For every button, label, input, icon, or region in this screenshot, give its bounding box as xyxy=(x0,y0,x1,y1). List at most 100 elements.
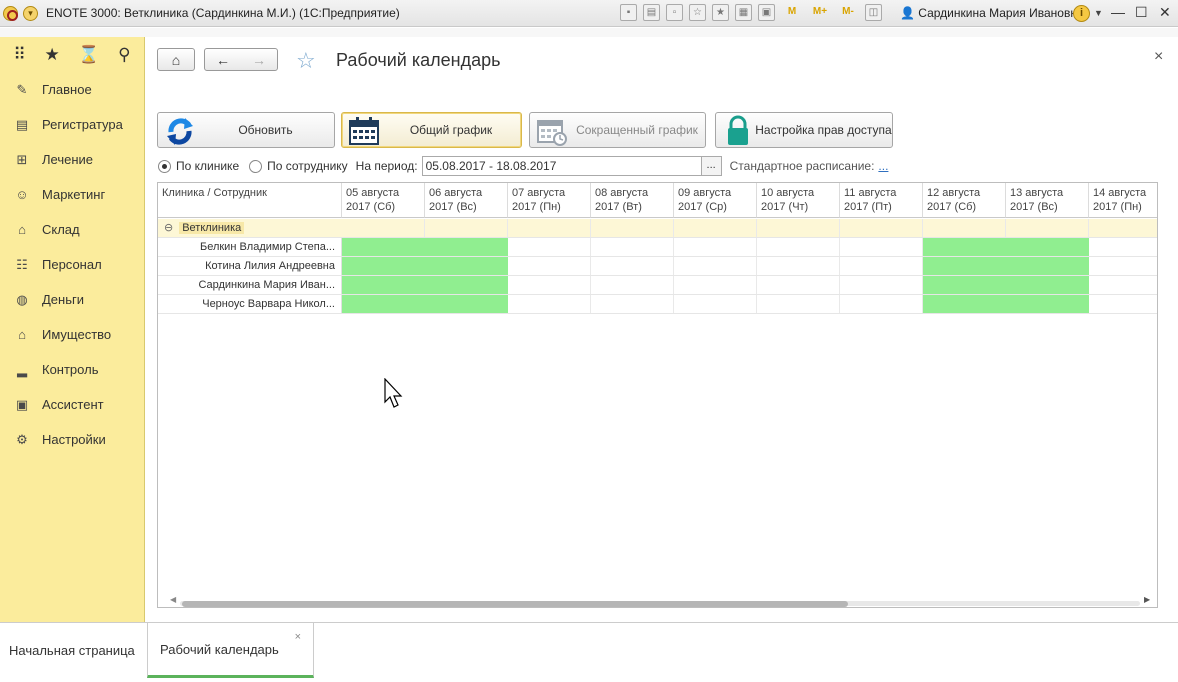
memory-minus-icon[interactable]: M- xyxy=(837,4,859,21)
access-settings-button[interactable]: Настройка прав доступа xyxy=(715,112,893,148)
tab-work-calendar[interactable]: Рабочий календарь × xyxy=(147,623,314,678)
column-header-day[interactable]: 09 августа 2017 (Ср) xyxy=(674,183,757,218)
schedule-cell[interactable] xyxy=(757,276,840,294)
back-arrow-icon[interactable]: ← xyxy=(216,52,230,68)
column-header-day[interactable]: 08 августа 2017 (Вт) xyxy=(591,183,674,218)
horizontal-scrollbar[interactable]: ◀ ▶ xyxy=(170,595,1150,607)
print-icon[interactable]: ▤ xyxy=(643,4,660,21)
panel-layout-icon[interactable]: ◫ xyxy=(865,4,882,21)
schedule-cell-working[interactable] xyxy=(425,238,508,256)
period-select-button[interactable]: ... xyxy=(701,156,722,176)
sidebar-item-1[interactable]: ▤ Регистратура xyxy=(0,107,144,142)
sidebar-item-0[interactable]: ✎ Главное xyxy=(0,72,144,107)
tab-close-icon[interactable]: × xyxy=(295,631,301,643)
schedule-cell[interactable] xyxy=(674,276,757,294)
group-day-cell[interactable] xyxy=(923,219,1006,237)
schedule-cell[interactable] xyxy=(757,238,840,256)
scroll-right-icon[interactable]: ▶ xyxy=(1144,595,1150,604)
schedule-cell[interactable] xyxy=(508,238,591,256)
forward-arrow-icon[interactable]: → xyxy=(252,52,266,68)
schedule-cell[interactable] xyxy=(840,257,923,275)
add-to-favorites-star-icon[interactable]: ☆ xyxy=(296,48,316,74)
group-day-cell[interactable] xyxy=(674,219,757,237)
schedule-cell[interactable] xyxy=(1089,276,1157,294)
calendar-icon[interactable]: ▣ xyxy=(758,4,775,21)
column-header-day[interactable]: 06 августа 2017 (Вс) xyxy=(425,183,508,218)
favorites-add-icon[interactable]: ☆ xyxy=(689,4,706,21)
schedule-cell[interactable] xyxy=(840,238,923,256)
schedule-cell[interactable] xyxy=(674,295,757,313)
sidebar-item-3[interactable]: ☺ Маркетинг xyxy=(0,177,144,212)
schedule-cell-working[interactable] xyxy=(1006,295,1089,313)
schedule-cell[interactable] xyxy=(757,257,840,275)
search-icon[interactable]: ⚲ xyxy=(118,45,130,65)
schedule-cell-working[interactable] xyxy=(1006,238,1089,256)
sidebar-item-7[interactable]: ⌂ Имущество xyxy=(0,317,144,352)
column-header-day[interactable]: 14 августа 2017 (Пн) xyxy=(1089,183,1157,218)
sidebar-item-6[interactable]: ◍ Деньги xyxy=(0,282,144,317)
column-header-day[interactable]: 12 августа 2017 (Сб) xyxy=(923,183,1006,218)
collapse-icon[interactable]: ⊖ xyxy=(164,222,173,234)
schedule-cell-working[interactable] xyxy=(923,257,1006,275)
maximize-icon[interactable]: ☐ xyxy=(1135,4,1148,21)
sidebar-item-8[interactable]: ▂ Контроль xyxy=(0,352,144,387)
schedule-cell-working[interactable] xyxy=(1006,257,1089,275)
sidebar-item-2[interactable]: ⊞ Лечение xyxy=(0,142,144,177)
schedule-cell-working[interactable] xyxy=(923,276,1006,294)
home-button[interactable]: ⌂ xyxy=(157,48,195,71)
standard-schedule-link[interactable]: ... xyxy=(878,159,888,173)
column-header-day[interactable]: 10 августа 2017 (Чт) xyxy=(757,183,840,218)
schedule-cell-working[interactable] xyxy=(425,276,508,294)
column-header-day[interactable]: 05 августа 2017 (Сб) xyxy=(342,183,425,218)
general-schedule-button[interactable]: Общий график xyxy=(341,112,522,148)
schedule-cell[interactable] xyxy=(674,257,757,275)
schedule-cell[interactable] xyxy=(840,295,923,313)
schedule-cell[interactable] xyxy=(674,238,757,256)
employee-row[interactable]: Сардинкина Мария Иван... xyxy=(158,276,1157,295)
sidebar-item-10[interactable]: ⚙ Настройки xyxy=(0,422,144,457)
schedule-cell[interactable] xyxy=(591,276,674,294)
group-day-cell[interactable] xyxy=(425,219,508,237)
schedule-cell[interactable] xyxy=(757,295,840,313)
scroll-left-icon[interactable]: ◀ xyxy=(170,595,176,604)
all-functions-grid-icon[interactable]: ⠿ xyxy=(13,45,25,65)
employee-row[interactable]: Черноус Варвара Никол... xyxy=(158,295,1157,314)
schedule-cell[interactable] xyxy=(508,295,591,313)
info-icon[interactable]: i xyxy=(1073,5,1090,22)
group-day-cell[interactable] xyxy=(840,219,923,237)
schedule-cell-working[interactable] xyxy=(342,295,425,313)
memory-plus-icon[interactable]: M+ xyxy=(809,4,831,21)
sidebar-item-4[interactable]: ⌂ Склад xyxy=(0,212,144,247)
close-form-icon[interactable]: × xyxy=(1154,48,1163,66)
main-menu-chevron-icon[interactable]: ▾ xyxy=(23,5,38,21)
minimize-icon[interactable]: — xyxy=(1111,4,1125,20)
schedule-cell[interactable] xyxy=(1089,238,1157,256)
schedule-cell[interactable] xyxy=(591,257,674,275)
employee-row[interactable]: Белкин Владимир Степа... xyxy=(158,238,1157,257)
schedule-cell-working[interactable] xyxy=(923,238,1006,256)
chevron-down-icon[interactable]: ▼ xyxy=(1094,8,1103,18)
sidebar-item-5[interactable]: ☷ Персонал xyxy=(0,247,144,282)
column-header-day[interactable]: 13 августа 2017 (Вс) xyxy=(1006,183,1089,218)
schedule-cell[interactable] xyxy=(591,295,674,313)
group-day-cell[interactable] xyxy=(757,219,840,237)
schedule-cell[interactable] xyxy=(840,276,923,294)
by-clinic-radio[interactable] xyxy=(158,159,171,173)
schedule-cell-working[interactable] xyxy=(342,238,425,256)
app-logo-icon[interactable] xyxy=(3,5,18,21)
history-clock-icon[interactable]: ⌛ xyxy=(78,45,99,65)
group-day-cell[interactable] xyxy=(342,219,425,237)
schedule-cell-working[interactable] xyxy=(342,257,425,275)
group-row[interactable]: ⊖ Ветклиника xyxy=(158,219,1157,238)
group-day-cell[interactable] xyxy=(1006,219,1089,237)
schedule-cell-working[interactable] xyxy=(342,276,425,294)
memory-icon[interactable]: M xyxy=(781,4,803,21)
schedule-cell-working[interactable] xyxy=(1006,276,1089,294)
schedule-cell-working[interactable] xyxy=(425,257,508,275)
tab-home-page[interactable]: Начальная страница xyxy=(0,623,146,678)
short-schedule-button[interactable]: Сокращенный график xyxy=(529,112,706,148)
schedule-cell[interactable] xyxy=(508,257,591,275)
close-window-icon[interactable]: ✕ xyxy=(1159,4,1171,21)
period-field[interactable]: 05.08.2017 - 18.08.2017 xyxy=(421,156,702,176)
schedule-cell[interactable] xyxy=(1089,257,1157,275)
